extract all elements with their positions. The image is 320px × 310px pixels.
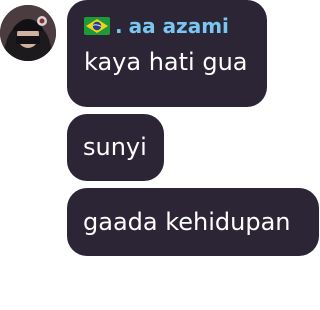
avatar[interactable] [0,5,56,61]
message-bubble-3[interactable]: gaada kehidupan [67,188,319,256]
avatar-image [0,5,56,61]
message-text-2: sunyi [83,133,147,161]
chat-message-group: . aa azami kaya hati gua sunyi gaada keh… [0,0,320,310]
message-text-1: kaya hati gua [84,48,248,76]
sender-name[interactable]: aa azami [129,14,229,38]
sender-prefix: . [115,14,123,38]
message-bubble-2[interactable]: sunyi [67,114,164,181]
message-text-3: gaada kehidupan [83,208,291,236]
message-bubble-1[interactable]: . aa azami kaya hati gua [67,0,267,107]
brazil-flag-icon [84,17,110,35]
sender-line: . aa azami [84,14,251,38]
